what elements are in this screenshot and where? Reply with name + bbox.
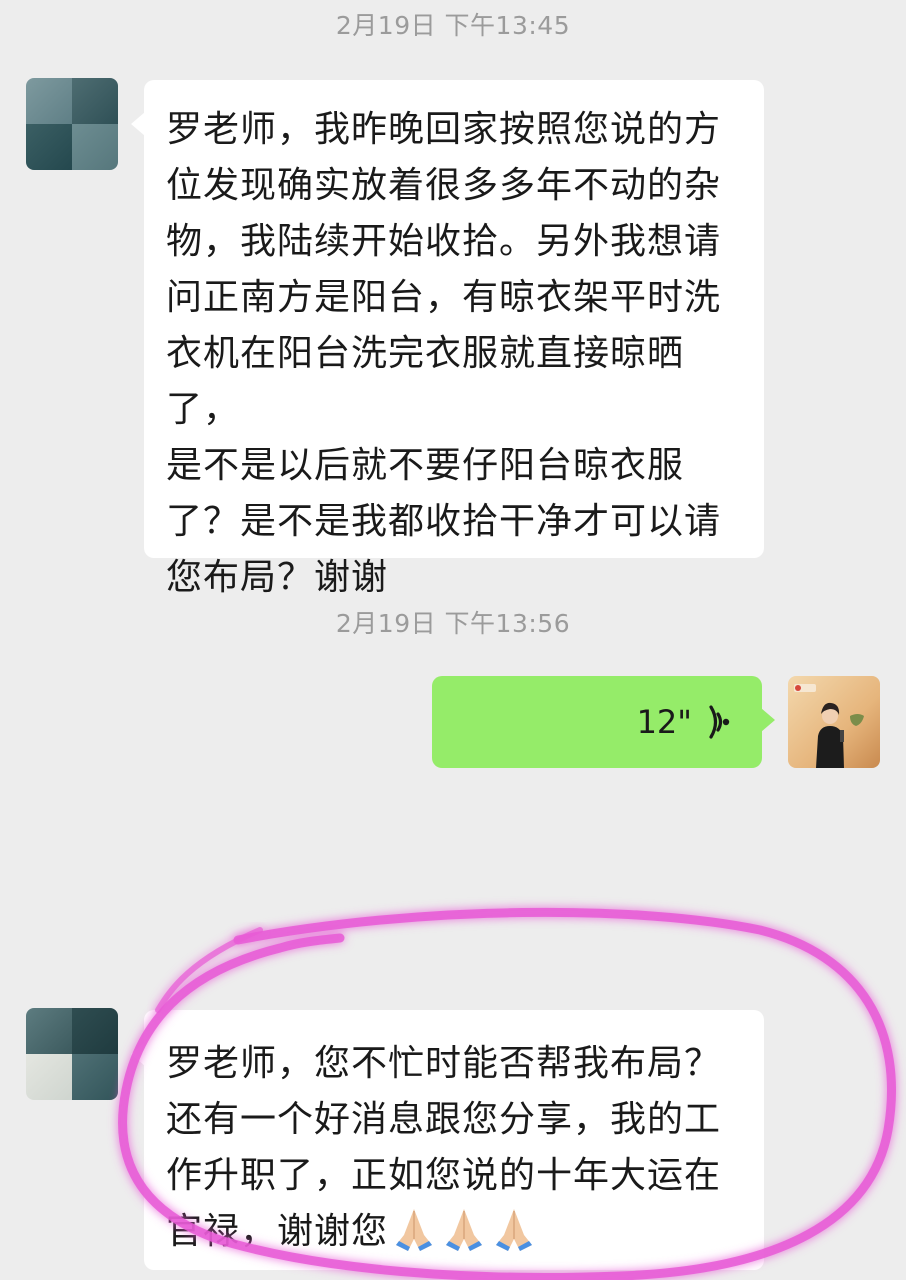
avatar[interactable] <box>788 676 880 768</box>
avatar-photo <box>788 676 880 768</box>
message-bubble[interactable]: 罗老师，我昨晚回家按照您说的方 位发现确实放着很多多年不动的杂 物，我陆续开始收… <box>131 80 764 598</box>
avatar[interactable] <box>26 78 118 170</box>
emoji-group <box>390 1205 538 1253</box>
message-text: 罗老师，我昨晚回家按照您说的方 位发现确实放着很多多年不动的杂 物，我陆续开始收… <box>166 109 722 598</box>
chat-window: 2月19日 下午13:45 罗老师，我昨晚回家按照您说的方 位发现确实放着很多多… <box>0 0 906 1280</box>
avatar[interactable] <box>26 1008 118 1100</box>
folded-hands-icon <box>446 1209 483 1251</box>
timestamp: 2月19日 下午13:45 <box>335 11 571 40</box>
voice-message-bubble[interactable]: 12" <box>432 676 775 768</box>
voice-message[interactable]: 12" <box>637 700 732 744</box>
message-bubble[interactable]: 罗老师，您不忙时能否帮我布局？ 还有一个好消息跟您分享，我的工 作升职了，正如您… <box>131 1010 764 1270</box>
voice-wave-icon <box>709 705 730 739</box>
voice-duration: 12" <box>636 703 692 741</box>
timestamp: 2月19日 下午13:56 <box>335 609 571 638</box>
folded-hands-icon <box>496 1209 533 1251</box>
folded-hands-icon <box>396 1209 433 1251</box>
